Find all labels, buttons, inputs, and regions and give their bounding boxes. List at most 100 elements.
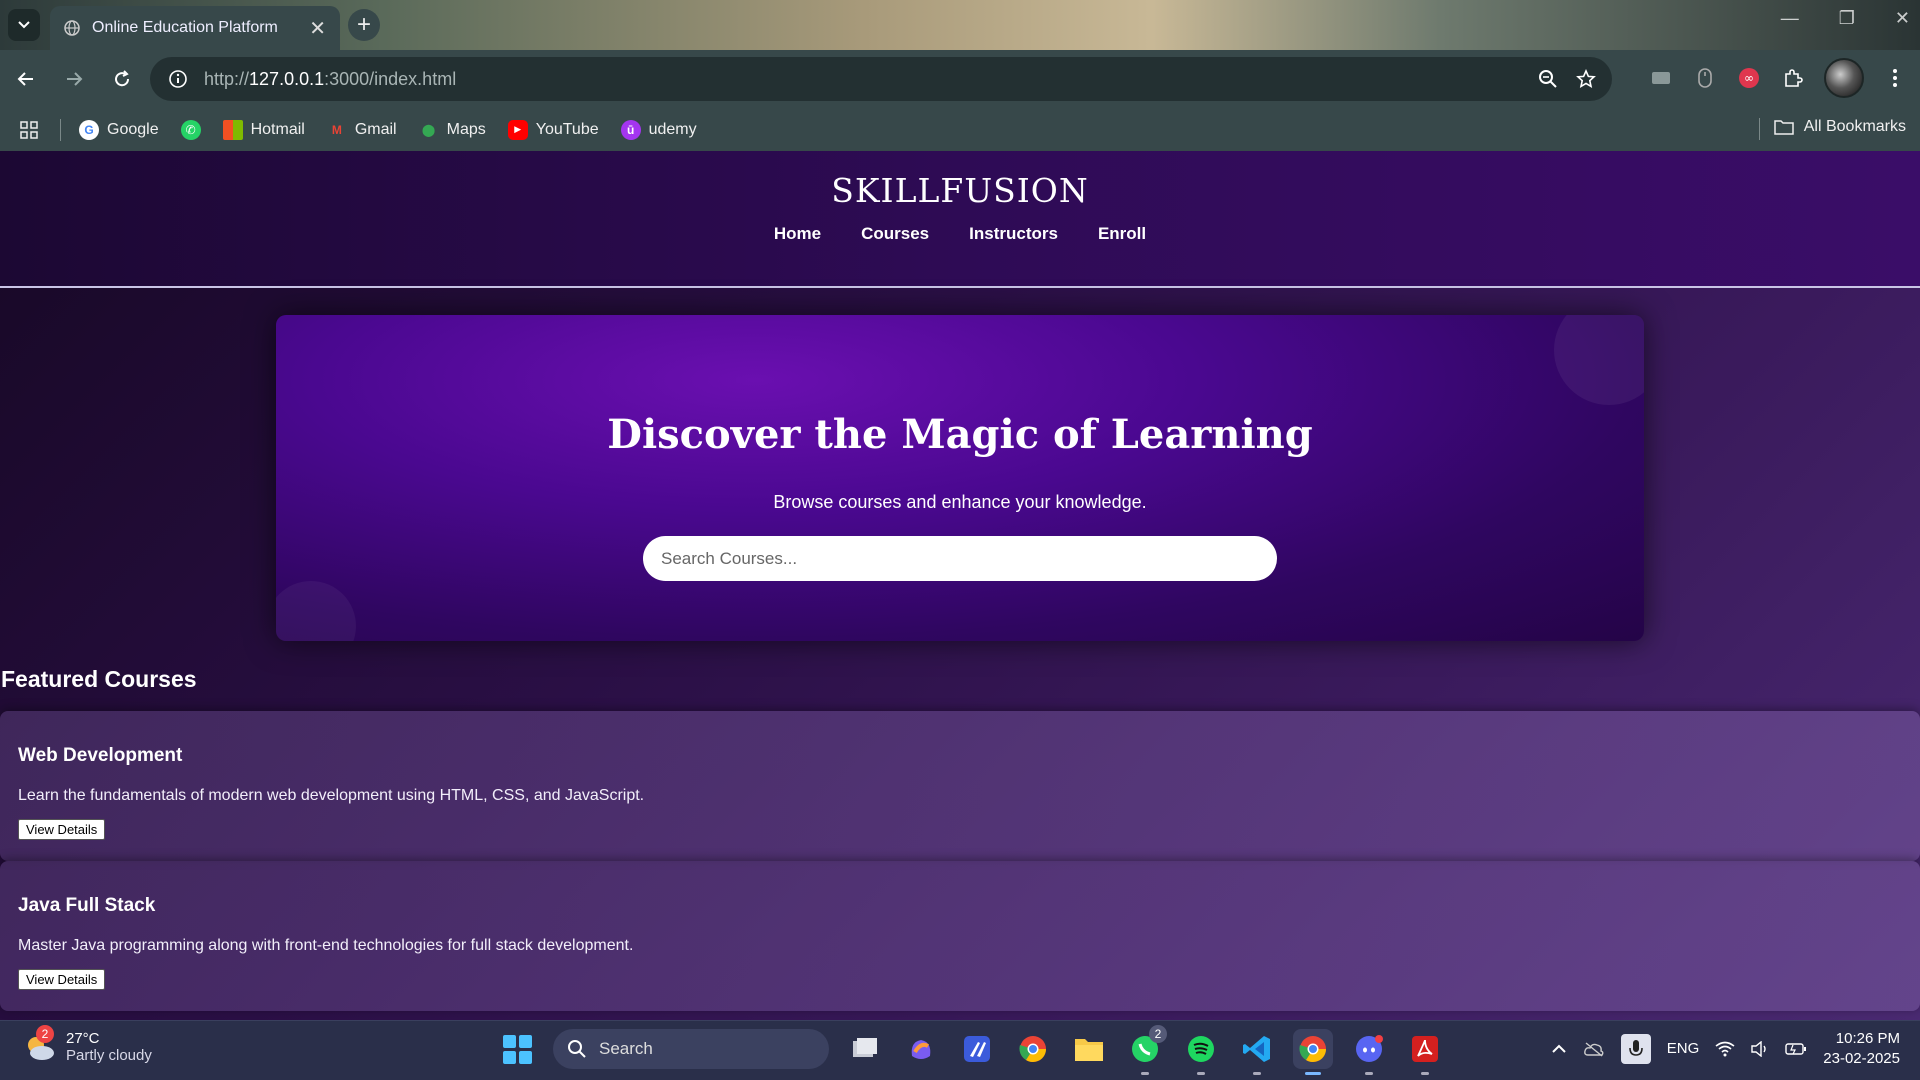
chevron-down-icon <box>18 21 30 29</box>
folder-icon <box>1774 120 1794 135</box>
running-indicator <box>1141 1072 1149 1075</box>
file-explorer-icon[interactable] <box>1069 1029 1109 1069</box>
copilot-icon[interactable] <box>901 1029 941 1069</box>
view-details-button[interactable]: View Details <box>18 819 106 840</box>
microsoft-icon <box>222 119 243 140</box>
search-icon <box>568 1040 586 1058</box>
task-view-icon[interactable] <box>845 1029 885 1069</box>
weather-widget[interactable]: 2 27°C Partly cloudy <box>22 1025 152 1065</box>
microphone-icon[interactable] <box>1620 1034 1651 1064</box>
course-description: Master Java programming along with front… <box>18 937 634 954</box>
udemy-icon: ū <box>620 119 641 140</box>
running-indicator <box>1365 1072 1373 1075</box>
view-details-button[interactable]: View Details <box>18 969 106 990</box>
apps-icon[interactable] <box>20 120 38 139</box>
course-card: Java Full Stack Master Java programming … <box>0 861 1920 1011</box>
tab-title: Online Education Platform <box>92 19 278 36</box>
nav-instructors[interactable]: Instructors <box>969 224 1058 244</box>
all-bookmarks-label: All Bookmarks <box>1803 118 1906 135</box>
new-tab-button[interactable]: + <box>348 9 380 41</box>
system-tray: ENG 10:26 PM 23-02-2025 <box>1551 1029 1900 1069</box>
volume-icon[interactable] <box>1751 1041 1769 1057</box>
site-brand[interactable]: SKILLFUSION <box>0 151 1920 210</box>
svg-text:∞: ∞ <box>1744 71 1754 85</box>
zoom-icon[interactable] <box>1538 69 1558 89</box>
bookmark-label: YouTube <box>535 120 599 138</box>
mouse-extension-icon[interactable] <box>1692 65 1718 91</box>
clock-date: 23-02-2025 <box>1823 1050 1900 1067</box>
clock-time: 10:26 PM <box>1835 1030 1900 1047</box>
decorative-circle <box>276 581 356 641</box>
taskbar-search[interactable]: Search <box>553 1029 829 1069</box>
running-indicator <box>1253 1072 1261 1075</box>
bookmark-whatsapp[interactable]: ✆ <box>180 119 201 140</box>
pen-app-icon[interactable] <box>957 1029 997 1069</box>
weather-text: 27°C Partly cloudy <box>66 1030 152 1064</box>
bookmark-maps[interactable]: ⬤ Maps <box>419 120 486 140</box>
extensions-row: ∞ <box>1648 58 1908 98</box>
site-info-icon[interactable] <box>166 67 190 91</box>
nav-home[interactable]: Home <box>774 224 821 244</box>
bookmark-youtube[interactable]: ▶ YouTube <box>507 119 599 140</box>
google-icon: G <box>79 119 99 140</box>
chrome-icon[interactable] <box>1013 1029 1053 1069</box>
bookmark-gmail[interactable]: M Gmail <box>327 120 397 140</box>
bookmark-label: Gmail <box>354 120 397 138</box>
running-indicator <box>1197 1072 1205 1075</box>
spotify-icon[interactable] <box>1181 1029 1221 1075</box>
back-button[interactable] <box>4 57 48 101</box>
bookmark-hotmail[interactable]: Hotmail <box>222 119 305 140</box>
close-window-icon[interactable]: ✕ <box>1895 8 1910 29</box>
battery-icon[interactable] <box>1785 1042 1807 1056</box>
windows-start-icon[interactable] <box>497 1029 537 1069</box>
reload-button[interactable] <box>100 57 144 101</box>
language-indicator[interactable]: ENG <box>1667 1040 1700 1058</box>
chevron-up-icon[interactable] <box>1551 1041 1567 1057</box>
running-indicator <box>1305 1072 1321 1075</box>
maximize-icon[interactable]: ❐ <box>1839 8 1855 29</box>
minimize-icon[interactable]: — <box>1781 8 1799 29</box>
whatsapp-badge: 2 <box>1149 1025 1167 1043</box>
site-header: SKILLFUSION Home Courses Instructors Enr… <box>0 151 1920 288</box>
tab-strip: Online Education Platform ✕ + — ❐ ✕ <box>0 0 1920 50</box>
partly-cloudy-icon: 2 <box>22 1025 58 1065</box>
acrobat-icon[interactable] <box>1405 1029 1445 1075</box>
bookmark-label: Maps <box>446 120 486 138</box>
tab-search-button[interactable] <box>8 9 40 41</box>
vscode-icon[interactable] <box>1237 1029 1277 1075</box>
forward-button[interactable] <box>52 57 96 101</box>
close-icon[interactable]: ✕ <box>309 16 326 41</box>
main-nav: Home Courses Instructors Enroll <box>0 224 1920 244</box>
cast-icon[interactable] <box>1648 65 1674 91</box>
bookmark-udemy[interactable]: ū udemy <box>620 119 697 140</box>
url-path: :3000/index.html <box>324 68 457 89</box>
arrow-left-icon <box>17 72 33 86</box>
all-bookmarks-button[interactable]: All Bookmarks <box>1774 118 1906 136</box>
bookmark-google[interactable]: G Google <box>79 119 159 140</box>
whatsapp-icon: ✆ <box>180 119 201 140</box>
nav-courses[interactable]: Courses <box>861 224 929 244</box>
cloud-offline-icon[interactable] <box>1583 1041 1605 1057</box>
wifi-icon[interactable] <box>1715 1041 1735 1057</box>
hero-section: Discover the Magic of Learning Browse co… <box>276 315 1644 641</box>
whatsapp-taskbar-icon[interactable]: 2 <box>1125 1025 1167 1075</box>
url-prefix: http:// <box>204 68 250 89</box>
browser-tab[interactable]: Online Education Platform ✕ <box>50 6 340 50</box>
puzzle-icon[interactable] <box>1780 65 1806 91</box>
nav-enroll[interactable]: Enroll <box>1098 224 1146 244</box>
reload-icon <box>115 70 130 87</box>
bookmarks-bar: G Google ✆ Hotmail M Gmail ⬤ Maps ▶ YouT… <box>0 108 1920 151</box>
star-icon[interactable] <box>1576 69 1596 89</box>
infinity-extension-icon[interactable]: ∞ <box>1736 65 1762 91</box>
address-bar[interactable]: http://127.0.0.1:3000/index.html <box>150 57 1612 101</box>
discord-icon[interactable] <box>1349 1029 1389 1075</box>
system-clock[interactable]: 10:26 PM 23-02-2025 <box>1823 1029 1900 1069</box>
profile-avatar[interactable] <box>1824 58 1864 98</box>
bookmark-label: udemy <box>648 120 697 138</box>
more-menu-icon[interactable] <box>1882 65 1908 91</box>
windows-taskbar: 2 27°C Partly cloudy Search 2 ENG 10:26 … <box>0 1020 1920 1080</box>
course-search-input[interactable] <box>643 536 1277 581</box>
url-text[interactable]: http://127.0.0.1:3000/index.html <box>204 69 1538 90</box>
chrome-active-icon[interactable] <box>1293 1029 1333 1075</box>
bookmark-label: Hotmail <box>250 120 305 138</box>
